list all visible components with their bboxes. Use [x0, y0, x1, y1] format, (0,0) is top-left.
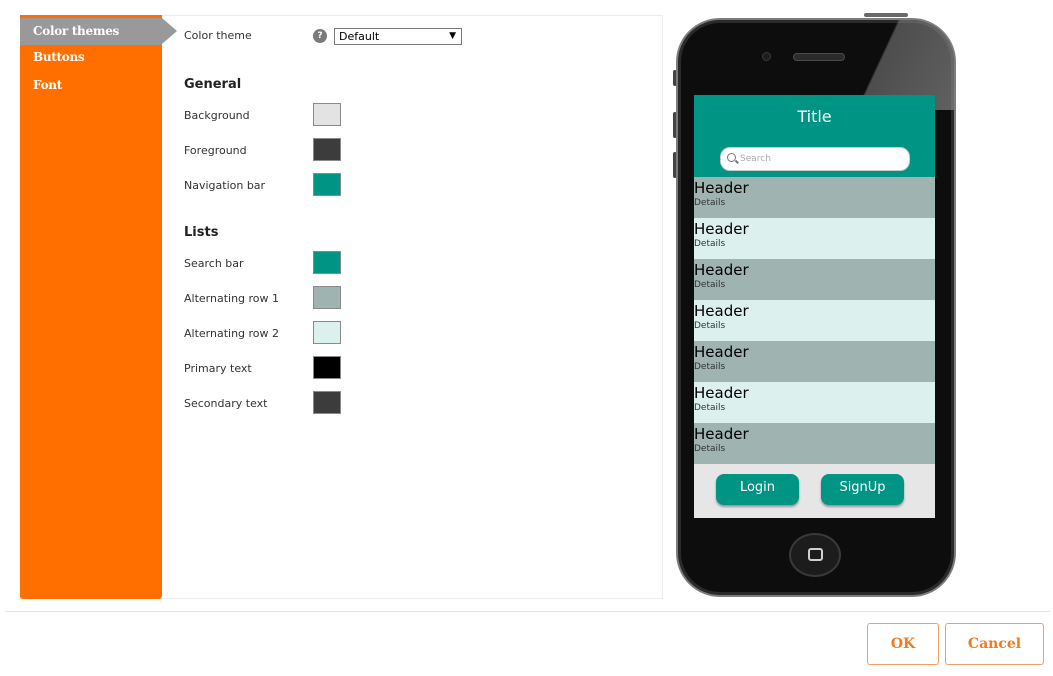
preview-navbar: Title Search — [694, 95, 935, 177]
list-item-details: Details — [694, 198, 726, 208]
navigation-bar-label: Navigation bar — [184, 179, 266, 192]
list-item-details: Details — [694, 321, 726, 331]
navigation-bar-color-swatch[interactable] — [313, 173, 341, 196]
preview-search-input[interactable]: Search — [720, 147, 910, 171]
primary-text-label: Primary text — [184, 362, 252, 375]
footer-divider — [5, 611, 1050, 612]
list-item-details: Details — [694, 280, 726, 290]
search-icon — [727, 153, 736, 162]
preview-search-placeholder: Search — [740, 154, 771, 164]
list-item-details: Details — [694, 239, 726, 249]
preview-list-item[interactable]: Header Details — [694, 218, 935, 259]
list-item-details: Details — [694, 403, 726, 413]
list-item-details: Details — [694, 444, 726, 454]
color-theme-value: Default — [339, 30, 380, 43]
preview-list-item[interactable]: Header Details — [694, 423, 935, 464]
preview-signup-button[interactable]: SignUp — [821, 474, 904, 505]
secondary-text-label: Secondary text — [184, 397, 268, 410]
phone-speaker — [793, 53, 845, 61]
preview-login-button[interactable]: Login — [716, 474, 799, 505]
color-theme-label: Color theme — [184, 29, 252, 42]
foreground-color-swatch[interactable] — [313, 138, 341, 161]
list-item-header: Header — [694, 220, 749, 238]
list-item-header: Header — [694, 302, 749, 320]
alternating-row-2-color-swatch[interactable] — [313, 321, 341, 344]
preview-list-item[interactable]: Header Details — [694, 300, 935, 341]
phone-home-button — [789, 533, 841, 577]
list-item-header: Header — [694, 425, 749, 443]
lists-heading: Lists — [184, 225, 219, 240]
preview-list-item[interactable]: Header Details — [694, 341, 935, 382]
secondary-text-color-swatch[interactable] — [313, 391, 341, 414]
home-square-icon — [808, 548, 823, 561]
phone-power-button — [864, 13, 908, 17]
foreground-label: Foreground — [184, 144, 247, 157]
search-bar-label: Search bar — [184, 257, 244, 270]
alternating-row-2-label: Alternating row 2 — [184, 327, 280, 340]
background-label: Background — [184, 109, 250, 122]
list-item-header: Header — [694, 179, 749, 197]
preview-list-item[interactable]: Header Details — [694, 382, 935, 423]
background-color-swatch[interactable] — [313, 103, 341, 126]
list-item-header: Header — [694, 384, 749, 402]
alternating-row-1-color-swatch[interactable] — [313, 286, 341, 309]
ok-button[interactable]: OK — [867, 623, 939, 665]
preview-list-item[interactable]: Header Details — [694, 259, 935, 300]
general-heading: General — [184, 77, 242, 92]
primary-text-color-swatch[interactable] — [313, 356, 341, 379]
phone-screen: Title Search Header Details Header Detai… — [694, 95, 935, 518]
preview-list-item[interactable]: Header Details — [694, 177, 935, 218]
sidebar: Color themes Buttons Font — [20, 15, 177, 599]
sidebar-item-buttons[interactable]: Buttons — [20, 44, 85, 71]
dropdown-arrow-icon: ▼ — [449, 31, 456, 41]
sidebar-item-color-themes[interactable]: Color themes — [20, 18, 177, 45]
help-icon[interactable]: ? — [313, 29, 327, 43]
list-item-details: Details — [694, 362, 726, 372]
sidebar-item-font[interactable]: Font — [20, 72, 62, 99]
list-item-header: Header — [694, 261, 749, 279]
preview-title: Title — [797, 107, 832, 126]
search-bar-color-swatch[interactable] — [313, 251, 341, 274]
list-item-header: Header — [694, 343, 749, 361]
phone-camera — [762, 52, 771, 61]
cancel-button[interactable]: Cancel — [945, 623, 1044, 665]
alternating-row-1-label: Alternating row 1 — [184, 292, 280, 305]
color-theme-select[interactable]: Default ▼ — [334, 28, 462, 45]
